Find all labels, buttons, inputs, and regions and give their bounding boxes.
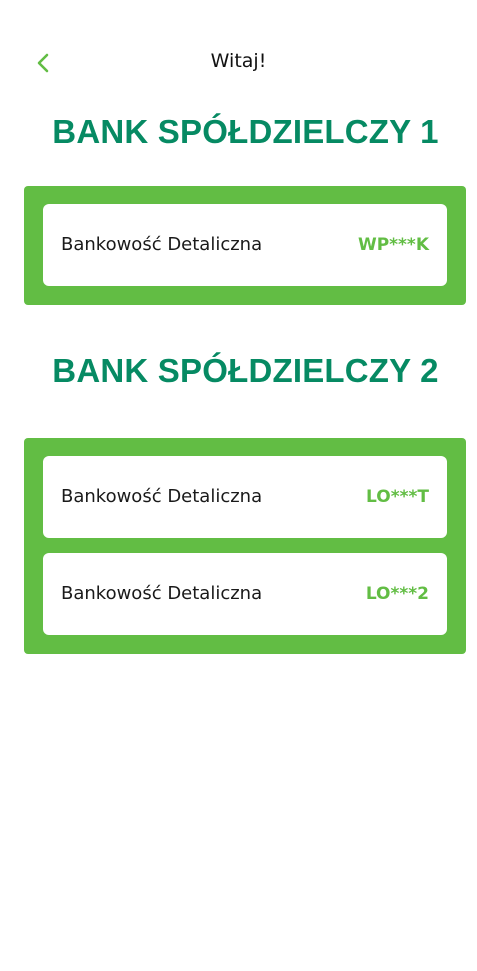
bank-accounts-panel: Bankowość Detaliczna LO***T Bankowość De…: [24, 438, 466, 654]
account-card[interactable]: Bankowość Detaliczna LO***2: [43, 553, 447, 635]
account-card[interactable]: Bankowość Detaliczna LO***T: [43, 456, 447, 538]
account-type: Bankowość Detaliczna: [61, 234, 263, 255]
account-login: LO***T: [366, 487, 429, 507]
account-type: Bankowość Detaliczna: [61, 486, 263, 507]
account-login: WP***K: [357, 235, 429, 255]
account-type: Bankowość Detaliczna: [61, 583, 263, 604]
account-login: LO***2: [365, 584, 429, 604]
page-title: Witaj!: [210, 50, 267, 72]
account-card[interactable]: Bankowość Detaliczna WP***K: [43, 204, 447, 286]
bank-accounts-panel: Bankowość Detaliczna WP***K: [24, 186, 466, 305]
header: Witaj!: [0, 40, 477, 86]
bank-title: BANK SPÓŁDZIELCZY 2: [52, 352, 439, 389]
bank-title: BANK SPÓŁDZIELCZY 1: [52, 113, 439, 150]
